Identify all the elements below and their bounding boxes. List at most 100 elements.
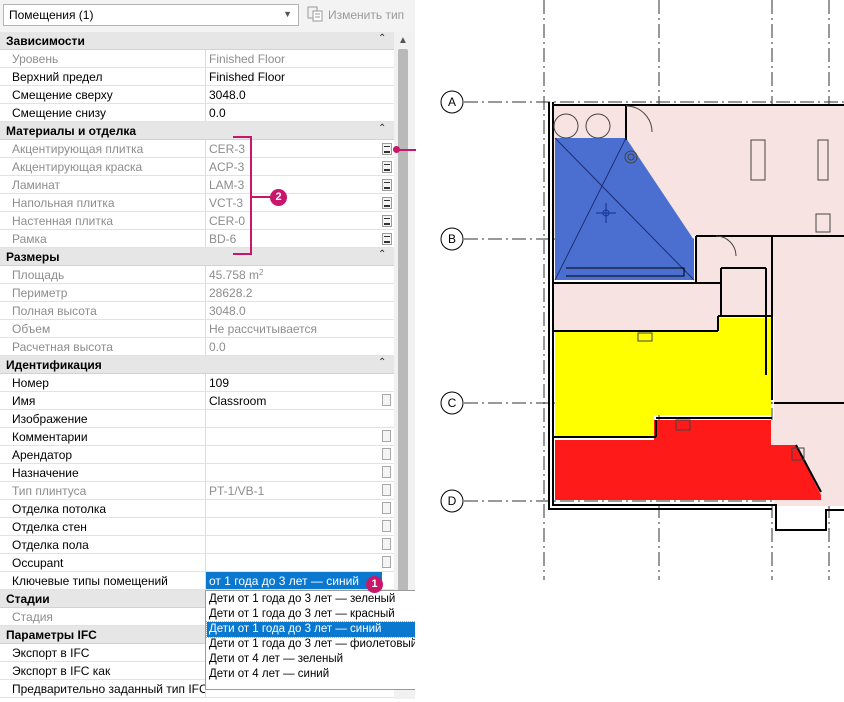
edit-text-button[interactable] [382, 466, 391, 478]
collapse-icon[interactable]: ⌃ [378, 123, 386, 134]
prop-value[interactable]: Finished Floor [206, 68, 382, 85]
prop-row-perimeter: Периметр 28628.2 [0, 284, 394, 302]
edit-type-button[interactable]: Изменить тип [305, 4, 409, 26]
dropdown-option[interactable]: Дети от 4 лет — синий [207, 667, 415, 682]
prop-row-upper-limit[interactable]: Верхний предел Finished Floor [0, 68, 394, 86]
prop-row-base-finish: Тип плинтуса PT-1/VB-1 [0, 482, 394, 500]
prop-name: Отделка стен [0, 518, 206, 535]
dropdown-option[interactable]: Дети от 4 лет — зеленый [207, 652, 415, 667]
prop-row-number[interactable]: Номер 109 [0, 374, 394, 392]
prop-row-floor-finish[interactable]: Отделка пола [0, 536, 394, 554]
prop-row-occupant[interactable]: Occupant [0, 554, 394, 572]
grid-label-c: C [448, 396, 457, 410]
prop-value[interactable] [206, 500, 382, 517]
prop-value[interactable] [206, 428, 382, 445]
menu-icon[interactable] [382, 233, 392, 245]
prop-value[interactable]: Classroom [206, 392, 382, 409]
prop-row-purpose[interactable]: Назначение [0, 464, 394, 482]
group-label: Стадии [6, 592, 50, 606]
prop-value[interactable] [206, 410, 382, 427]
dropdown-option[interactable]: Дети от 1 года до 3 лет — красный [207, 607, 415, 622]
group-label: Материалы и отделка [6, 124, 137, 138]
prop-row-unbounded-height: Полная высота 3048.0 [0, 302, 394, 320]
group-dependencies[interactable]: Зависимости ⌃ [0, 32, 394, 50]
prop-row-floor-tile: Напольная плитка VCT-3 [0, 194, 394, 212]
scroll-up-icon[interactable]: ▲ [398, 35, 408, 46]
prop-row-level: Уровень Finished Floor [0, 50, 394, 68]
prop-value[interactable] [206, 536, 382, 553]
room-key-type-dropdown[interactable]: Дети от 1 года до 3 лет — зеленый Дети о… [205, 590, 415, 690]
prop-value: 3048.0 [209, 304, 246, 318]
group-materials[interactable]: Материалы и отделка ⌃ [0, 122, 394, 140]
palette-top-bar: Помещения (1) ▼ Изменить тип [0, 0, 415, 32]
prop-row-top-offset[interactable]: Смещение сверху 3048.0 [0, 86, 394, 104]
area-unit-superscript: 2 [259, 268, 264, 277]
prop-name: Расчетная высота [0, 338, 206, 355]
prop-name: Площадь [0, 266, 206, 283]
prop-name: Имя [0, 392, 206, 409]
menu-icon[interactable] [382, 179, 392, 191]
prop-row-image[interactable]: Изображение [0, 410, 394, 428]
prop-row-name[interactable]: Имя Classroom [0, 392, 394, 410]
edit-text-button[interactable] [382, 448, 391, 460]
prop-value[interactable] [206, 446, 382, 463]
prop-value[interactable]: 109 [206, 374, 382, 391]
prop-row-computation-height: Расчетная высота 0.0 [0, 338, 394, 356]
prop-row-base-offset[interactable]: Смещение снизу 0.0 [0, 104, 394, 122]
edit-text-button[interactable] [382, 538, 391, 550]
floor-plan-drawing[interactable]: A B C D [416, 0, 844, 699]
properties-palette: Помещения (1) ▼ Изменить тип Зависимости… [0, 0, 415, 699]
collapse-icon[interactable]: ⌃ [378, 249, 386, 260]
room-key-type-select[interactable]: от 1 года до 3 лет — синий [206, 572, 382, 589]
prop-value[interactable]: 0.0 [206, 104, 382, 121]
prop-row-comments[interactable]: Комментарии [0, 428, 394, 446]
scrollbar-thumb[interactable] [398, 49, 408, 597]
dropdown-option[interactable]: Дети от 1 года до 3 лет — зеленый [207, 592, 415, 607]
edit-text-button[interactable] [382, 394, 391, 406]
prop-row-ceiling-finish[interactable]: Отделка потолка [0, 500, 394, 518]
prop-name: Верхний предел [0, 68, 206, 85]
prop-name: Акцентирующая краска [0, 158, 206, 175]
dropdown-option-selected[interactable]: Дети от 1 года до 3 лет — синий [206, 621, 415, 638]
prop-row-room-key-type[interactable]: Ключевые типы помещений от 1 года до 3 л… [0, 572, 394, 590]
menu-icon[interactable] [382, 197, 392, 209]
grid-bubbles: A B C D [440, 90, 464, 513]
prop-row-laminate: Ламинат LAM-3 [0, 176, 394, 194]
group-label: Размеры [6, 250, 60, 264]
menu-icon[interactable] [382, 215, 392, 227]
edit-text-button[interactable] [382, 556, 391, 568]
callout-leader-dot [393, 146, 400, 153]
prop-name: Полная высота [0, 302, 206, 319]
callout-bracket [233, 136, 252, 255]
callout-badge-1: 1 [366, 576, 383, 593]
menu-icon[interactable] [382, 161, 392, 173]
group-identity[interactable]: Идентификация ⌃ [0, 356, 394, 374]
prop-value: 28628.2 [209, 286, 253, 300]
prop-row-wall-finish[interactable]: Отделка стен [0, 518, 394, 536]
edit-text-button[interactable] [382, 484, 391, 496]
collapse-icon[interactable]: ⌃ [378, 357, 386, 368]
prop-name: Уровень [0, 50, 206, 67]
dropdown-option[interactable]: Дети от 1 года до 3 лет — фиолетовый [207, 637, 415, 652]
prop-value[interactable] [206, 518, 382, 535]
prop-name: Предварительно заданный тип IFC [0, 680, 206, 697]
prop-name: Настенная плитка [0, 212, 206, 229]
floor-plan-view[interactable]: A B C D [416, 0, 844, 699]
edit-text-button[interactable] [382, 502, 391, 514]
edit-text-button[interactable] [382, 430, 391, 442]
type-selector-value: Помещения (1) [9, 8, 94, 22]
prop-row-area: Площадь 45.758 m2 [0, 266, 394, 284]
edit-text-button[interactable] [382, 520, 391, 532]
prop-value[interactable] [206, 464, 382, 481]
type-selector[interactable]: Помещения (1) ▼ [3, 4, 299, 26]
prop-value[interactable]: 3048.0 [206, 86, 382, 103]
prop-name: Периметр [0, 284, 206, 301]
prop-value[interactable] [206, 554, 382, 571]
area-value: 45.758 m [209, 268, 260, 282]
prop-name: Арендатор [0, 446, 206, 463]
menu-icon[interactable] [382, 143, 392, 155]
collapse-icon[interactable]: ⌃ [378, 33, 386, 44]
prop-row-occupant-tenant[interactable]: Арендатор [0, 446, 394, 464]
prop-name: Ключевые типы помещений [0, 572, 206, 589]
group-dimensions[interactable]: Размеры ⌃ [0, 248, 394, 266]
